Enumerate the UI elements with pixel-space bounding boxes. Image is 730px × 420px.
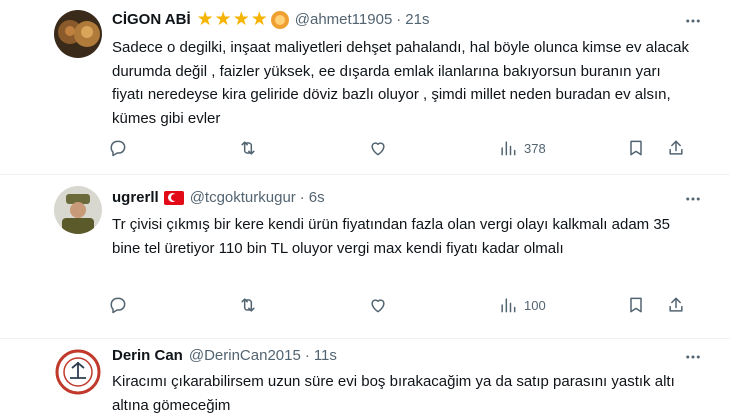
- user-handle[interactable]: @DerinCan2015: [189, 346, 301, 366]
- tweet-header: ugrerll @tcgokturkugur · 6s: [112, 188, 325, 208]
- user-handle[interactable]: @ahmet11905: [295, 10, 393, 30]
- bookmark-icon: [630, 297, 642, 313]
- views-button[interactable]: 378: [498, 138, 546, 158]
- bookmark-button[interactable]: [626, 138, 646, 158]
- more-options-icon[interactable]: [684, 190, 702, 208]
- tweet[interactable]: ugrerll @tcgokturkugur · 6s Tr çivisi çı…: [0, 176, 730, 339]
- retweet-icon: [241, 141, 255, 155]
- display-name[interactable]: ugrerll: [112, 188, 159, 208]
- turkey-flag-icon: [163, 191, 184, 205]
- views-count: 100: [524, 297, 546, 313]
- more-options-icon[interactable]: [684, 348, 702, 366]
- separator-dot: ·: [304, 347, 310, 364]
- retweet-icon: [241, 298, 255, 312]
- tweet[interactable]: Derin Can @DerinCan2015 · 11s Kiracımı ç…: [0, 340, 730, 420]
- views-count: 378: [524, 140, 546, 156]
- separator-dot: ·: [396, 11, 402, 28]
- bookmark-button[interactable]: [626, 295, 646, 315]
- tweet-text: Kiracımı çıkarabilirsem uzun süre evi bo…: [112, 373, 675, 414]
- tweet-header: Derin Can @DerinCan2015 · 11s: [112, 346, 337, 366]
- tweet-actions: 378: [108, 138, 688, 162]
- share-icon: [669, 140, 683, 155]
- retweet-button[interactable]: [238, 138, 258, 158]
- heart-icon: [371, 142, 385, 156]
- timestamp[interactable]: 21s: [405, 10, 429, 30]
- star-emoji-icon: ★★★★: [196, 9, 269, 30]
- user-handle[interactable]: @tcgokturkugur: [190, 188, 296, 208]
- tweet-text: Sadece o degilki, inşaat maliyetleri deh…: [112, 39, 690, 127]
- timestamp[interactable]: 11s: [314, 346, 337, 366]
- avatar[interactable]: [54, 10, 102, 58]
- display-name[interactable]: Derin Can: [112, 346, 183, 366]
- bookmark-icon: [630, 140, 642, 156]
- reply-icon: [110, 297, 126, 314]
- like-button[interactable]: [368, 295, 388, 315]
- timestamp[interactable]: 6s: [309, 188, 325, 208]
- tweet-feed: CİGON ABİ ★★★★ @ahmet11905 · 21s Sadece …: [0, 0, 730, 420]
- reply-button[interactable]: [108, 138, 128, 158]
- reply-icon: [110, 140, 126, 157]
- views-icon: [501, 141, 516, 156]
- tweet-header: CİGON ABİ ★★★★ @ahmet11905 · 21s: [112, 10, 429, 30]
- share-icon: [669, 297, 683, 312]
- like-button[interactable]: [368, 138, 388, 158]
- tweet-actions: 100: [108, 295, 688, 319]
- more-options-icon[interactable]: [684, 12, 702, 30]
- avatar[interactable]: [54, 348, 102, 396]
- heart-icon: [371, 299, 385, 313]
- avatar[interactable]: [54, 186, 102, 234]
- tweet[interactable]: CİGON ABİ ★★★★ @ahmet11905 · 21s Sadece …: [0, 0, 730, 175]
- display-name[interactable]: CİGON ABİ: [112, 10, 191, 30]
- views-button[interactable]: 100: [498, 295, 546, 315]
- views-icon: [501, 298, 516, 313]
- reply-button[interactable]: [108, 295, 128, 315]
- share-button[interactable]: [666, 295, 686, 315]
- lion-emoji-icon: [270, 11, 289, 29]
- share-button[interactable]: [666, 138, 686, 158]
- separator-dot: ·: [299, 189, 305, 206]
- tweet-text: Tr çivisi çıkmış bir kere kendi ürün fiy…: [112, 216, 671, 257]
- retweet-button[interactable]: [238, 295, 258, 315]
